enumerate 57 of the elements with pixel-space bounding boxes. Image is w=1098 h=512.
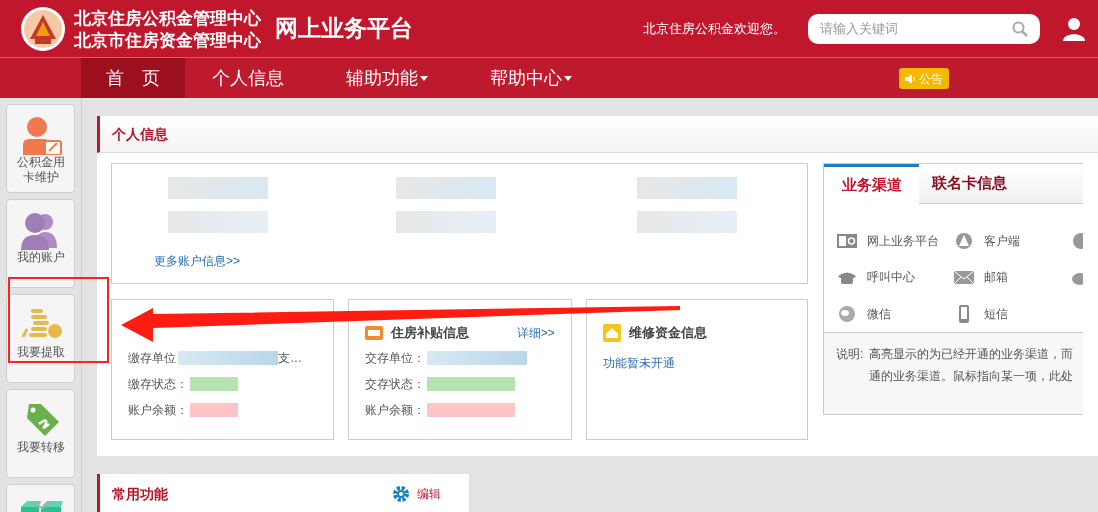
channel-label: 网上业务平台 [867,233,939,250]
search-icon [1012,20,1028,37]
field-label: 缴存状态： [128,376,188,393]
envelope-icon [953,268,975,287]
nav-tab[interactable]: 帮助中心 [463,58,599,98]
org-name: 北京市住房资金管理中心 [74,28,261,51]
card-title: 住房补贴信息 [391,324,470,343]
section-title: 个人信息 [112,124,168,144]
note-text: 高亮显示的为已经开通的业务渠道，而 [869,346,1074,363]
contact-card-icon [836,232,858,250]
details-link[interactable]: 详细>> [516,324,555,342]
field-label: 账户余额： [365,402,426,419]
sidebar-item[interactable]: 公积金用卡维护 [6,104,75,193]
badge-icon [365,326,384,340]
field-label: 账户余额： [128,402,188,419]
platform-title: 网上业务平台 [275,13,413,44]
sidebar-label: 我的账户 [15,250,66,265]
status-note: 功能暂未开通 [602,355,676,372]
panel-tab[interactable]: 业务渠道 [824,164,919,204]
note-label: 说明: [836,346,864,363]
blurred-text [190,377,238,391]
sidebar-item[interactable]: 我要转移 [6,389,75,478]
channel-label: 呼叫中心 [867,269,915,287]
tree-emblem-icon [953,232,975,250]
field-value: 支… [278,350,302,367]
chat-bubble-icon [836,304,858,323]
sidebar-item[interactable]: 我要提取 [6,294,75,383]
field-label: 缴存单位 [128,350,176,367]
sidebar-label: 我要转移 [15,440,66,455]
channel-label: 客户端 [984,233,1020,250]
panel-tab[interactable]: 联名卡信息 [919,164,1019,203]
channel-label: 邮箱 [984,269,1008,287]
nav-tab[interactable]: 首 页 [81,58,185,98]
more-link[interactable]: 更多账户信息>> [154,252,240,270]
channel-label: 短信 [984,305,1008,323]
note-text: 通的业务渠道。鼠标指向某一项，此处 [869,368,1074,385]
house-icon [602,324,621,342]
sidebar-label: 公积金用卡维护 [15,155,66,185]
search-field[interactable]: 请输入关键词 [808,13,1040,44]
nav-tab[interactable]: 辅助功能 [319,58,455,98]
sidebar-label: 我要提取 [15,345,66,360]
section-title: 常用功能 [112,484,168,504]
channel-label: 微信 [867,305,891,323]
org-name: 北京住房公积金管理中心 [74,6,261,29]
welcome-text: 北京住房公积金欢迎您。 [643,19,786,38]
edit-link[interactable]: 编辑 [417,485,441,503]
chevron-down-icon [32,502,52,510]
settings-icon [393,486,409,502]
blurred-text [190,403,238,417]
nav-tab[interactable]: 个人信息 [185,58,311,98]
field-label: 交存单位： [365,350,426,367]
user-icon [1062,16,1086,41]
speaker-icon [905,73,916,84]
logo-icon [20,5,66,52]
sidebar-item[interactable]: 我的账户 [6,199,75,288]
card-title: 维修资金信息 [628,324,707,343]
field-label: 交存状态： [365,376,426,393]
